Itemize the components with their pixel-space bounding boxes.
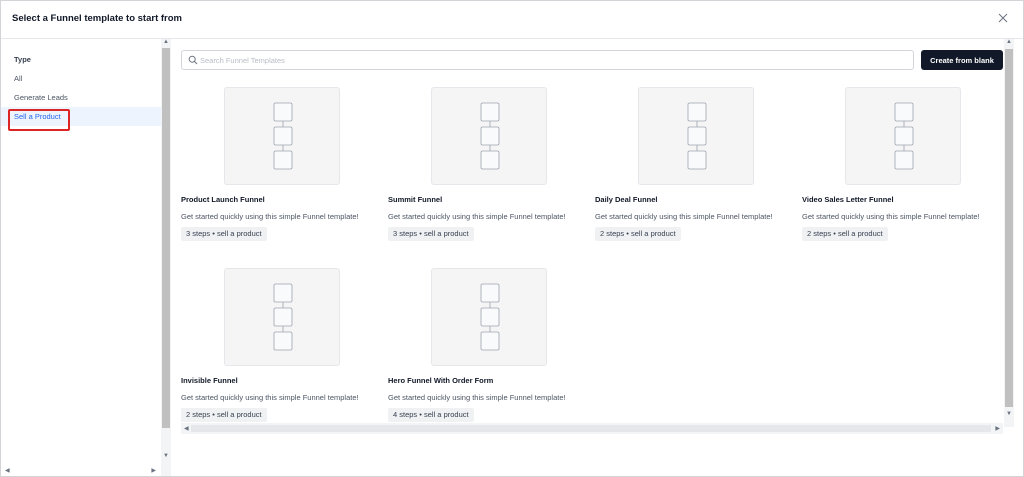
template-card-summit[interactable]: Summit Funnel Get started quickly using … <box>388 87 588 247</box>
search-box[interactable] <box>181 50 914 70</box>
scroll-right-icon[interactable]: ▶ <box>995 425 1000 432</box>
template-thumbnail <box>431 87 547 185</box>
template-card-daily-deal[interactable]: Daily Deal Funnel Get started quickly us… <box>595 87 795 247</box>
modal-header: Select a Funnel template to start from <box>1 1 1023 39</box>
modal-title: Select a Funnel template to start from <box>12 13 182 24</box>
template-badge: 4 steps • sell a product <box>388 408 474 422</box>
scrollbar-thumb[interactable] <box>162 48 170 428</box>
template-title: Summit Funnel <box>388 195 443 204</box>
scrollbar-thumb[interactable] <box>191 425 991 432</box>
close-icon <box>998 13 1008 23</box>
sidebar-vertical-scrollbar[interactable]: ▲ ▼ <box>161 39 171 476</box>
funnel-steps-icon <box>480 283 500 351</box>
template-thumbnail <box>224 268 340 366</box>
template-card-video-sales-letter[interactable]: Video Sales Letter Funnel Get started qu… <box>802 87 1002 247</box>
gallery-vertical-scrollbar[interactable]: ▲ ▼ <box>1004 39 1014 427</box>
template-card-invisible[interactable]: Invisible Funnel Get started quickly usi… <box>181 268 381 428</box>
template-description: Get started quickly using this simple Fu… <box>181 212 359 221</box>
template-description: Get started quickly using this simple Fu… <box>181 393 359 402</box>
scroll-down-icon[interactable]: ▼ <box>1006 411 1012 417</box>
scroll-up-icon[interactable]: ▲ <box>163 39 169 45</box>
template-title: Product Launch Funnel <box>181 195 265 204</box>
template-title: Video Sales Letter Funnel <box>802 195 894 204</box>
sidebar-item-generate-leads[interactable]: Generate Leads <box>1 88 161 107</box>
scroll-left-icon[interactable]: ◀ <box>5 467 10 474</box>
template-title: Hero Funnel With Order Form <box>388 376 494 385</box>
funnel-steps-icon <box>687 102 707 170</box>
template-badge: 3 steps • sell a product <box>388 227 474 241</box>
sidebar-item-sell-a-product[interactable]: Sell a Product <box>1 107 161 126</box>
search-icon <box>188 55 198 65</box>
template-description: Get started quickly using this simple Fu… <box>595 212 773 221</box>
template-modal: Select a Funnel template to start from T… <box>0 0 1024 477</box>
create-from-blank-button[interactable]: Create from blank <box>921 50 1003 70</box>
scroll-down-icon[interactable]: ▼ <box>163 453 169 459</box>
template-description: Get started quickly using this simple Fu… <box>388 393 566 402</box>
scroll-left-icon[interactable]: ◀ <box>184 425 189 432</box>
template-title: Invisible Funnel <box>181 376 238 385</box>
gallery-horizontal-scrollbar[interactable]: ◀ ▶ <box>181 423 1003 434</box>
search-input[interactable] <box>200 53 900 68</box>
funnel-steps-icon <box>480 102 500 170</box>
template-card-hero-order-form[interactable]: Hero Funnel With Order Form Get started … <box>388 268 588 428</box>
template-description: Get started quickly using this simple Fu… <box>802 212 980 221</box>
template-card-product-launch[interactable]: Product Launch Funnel Get started quickl… <box>181 87 381 247</box>
template-gallery: Create from blank Product Launch Funnel … <box>173 39 1013 476</box>
template-badge: 2 steps • sell a product <box>802 227 888 241</box>
template-description: Get started quickly using this simple Fu… <box>388 212 566 221</box>
scrollbar-thumb[interactable] <box>1005 49 1013 407</box>
template-badge: 2 steps • sell a product <box>595 227 681 241</box>
sidebar-heading: Type <box>14 55 31 64</box>
funnel-steps-icon <box>273 102 293 170</box>
template-badge: 2 steps • sell a product <box>181 408 267 422</box>
template-title: Daily Deal Funnel <box>595 195 658 204</box>
sidebar-item-all[interactable]: All <box>1 69 161 88</box>
template-thumbnail <box>845 87 961 185</box>
template-thumbnail <box>638 87 754 185</box>
close-button[interactable] <box>997 12 1009 24</box>
sidebar-horizontal-scrollbar[interactable]: ◀ ▶ <box>1 464 161 475</box>
scroll-up-icon[interactable]: ▲ <box>1006 39 1012 45</box>
sidebar: Type All Generate Leads Sell a Product ◀… <box>1 39 161 476</box>
template-thumbnail <box>224 87 340 185</box>
funnel-steps-icon <box>273 283 293 351</box>
scroll-right-icon[interactable]: ▶ <box>151 467 156 474</box>
template-thumbnail <box>431 268 547 366</box>
template-badge: 3 steps • sell a product <box>181 227 267 241</box>
funnel-steps-icon <box>894 102 914 170</box>
